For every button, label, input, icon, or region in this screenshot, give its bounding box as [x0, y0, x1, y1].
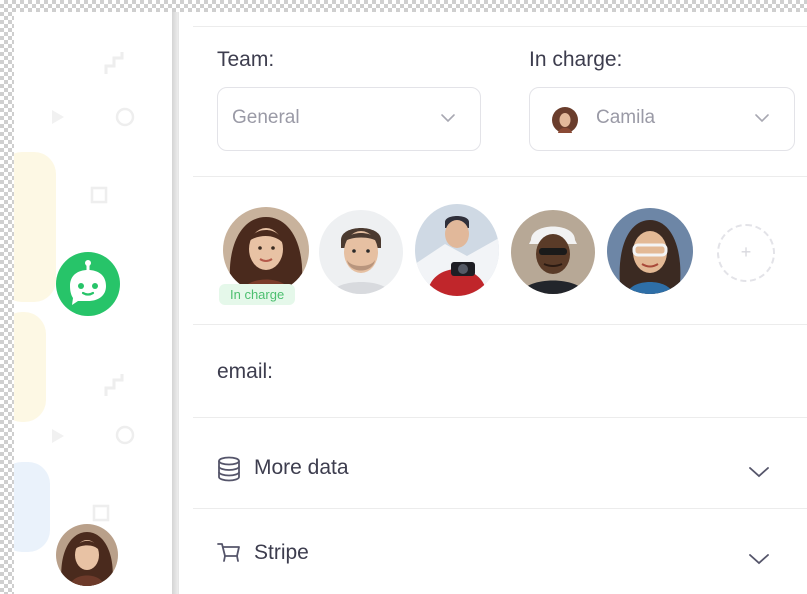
doodle-icon: [52, 110, 64, 124]
doodle-icon: [115, 425, 135, 445]
robot-icon: [70, 260, 106, 305]
in-charge-label: In charge:: [529, 48, 623, 71]
add-team-member-button[interactable]: +: [717, 224, 775, 282]
stripe-label: Stripe: [254, 541, 309, 564]
conversation-rail: [14, 12, 172, 594]
message-bubble: [14, 312, 46, 422]
team-member-avatar[interactable]: [607, 208, 693, 294]
database-icon: [218, 456, 240, 482]
more-data-row[interactable]: More data: [179, 418, 807, 508]
team-label: Team:: [217, 48, 275, 71]
plus-icon: +: [740, 241, 752, 262]
team-member-avatar[interactable]: [511, 210, 595, 294]
doodle-icon: [104, 374, 124, 396]
divider: [193, 324, 807, 325]
message-bubble: [14, 152, 56, 302]
chevron-down-icon: [749, 554, 769, 565]
team-select-value: General: [232, 107, 300, 128]
email-label: email:: [217, 360, 274, 383]
doodle-icon: [90, 186, 108, 204]
divider: [193, 176, 807, 177]
doodle-icon: [52, 429, 64, 443]
cart-icon: [217, 543, 240, 562]
doodle-icon: [92, 504, 110, 522]
stripe-row[interactable]: Stripe: [179, 509, 807, 594]
agent-avatar-small: [552, 107, 578, 133]
agent-avatar: [56, 524, 118, 586]
chevron-down-icon: [749, 467, 769, 478]
divider: [193, 26, 807, 27]
doodle-icon: [115, 107, 135, 127]
message-bubble: [14, 462, 50, 552]
chatbot-avatar: [56, 252, 120, 316]
contact-details-panel: Team: General In charge: Camila In charg…: [178, 12, 807, 594]
in-charge-badge: In charge: [219, 284, 296, 305]
doodle-icon: [104, 52, 124, 74]
team-member-avatar[interactable]: [319, 210, 403, 294]
chevron-down-icon: [441, 114, 455, 123]
in-charge-select-value: Camila: [596, 107, 656, 128]
in-charge-select[interactable]: Camila: [529, 87, 795, 151]
more-data-label: More data: [254, 456, 349, 479]
team-member-avatar[interactable]: [415, 204, 499, 296]
chevron-down-icon: [755, 114, 769, 123]
team-member-avatar[interactable]: [223, 207, 309, 293]
team-select[interactable]: General: [217, 87, 481, 151]
